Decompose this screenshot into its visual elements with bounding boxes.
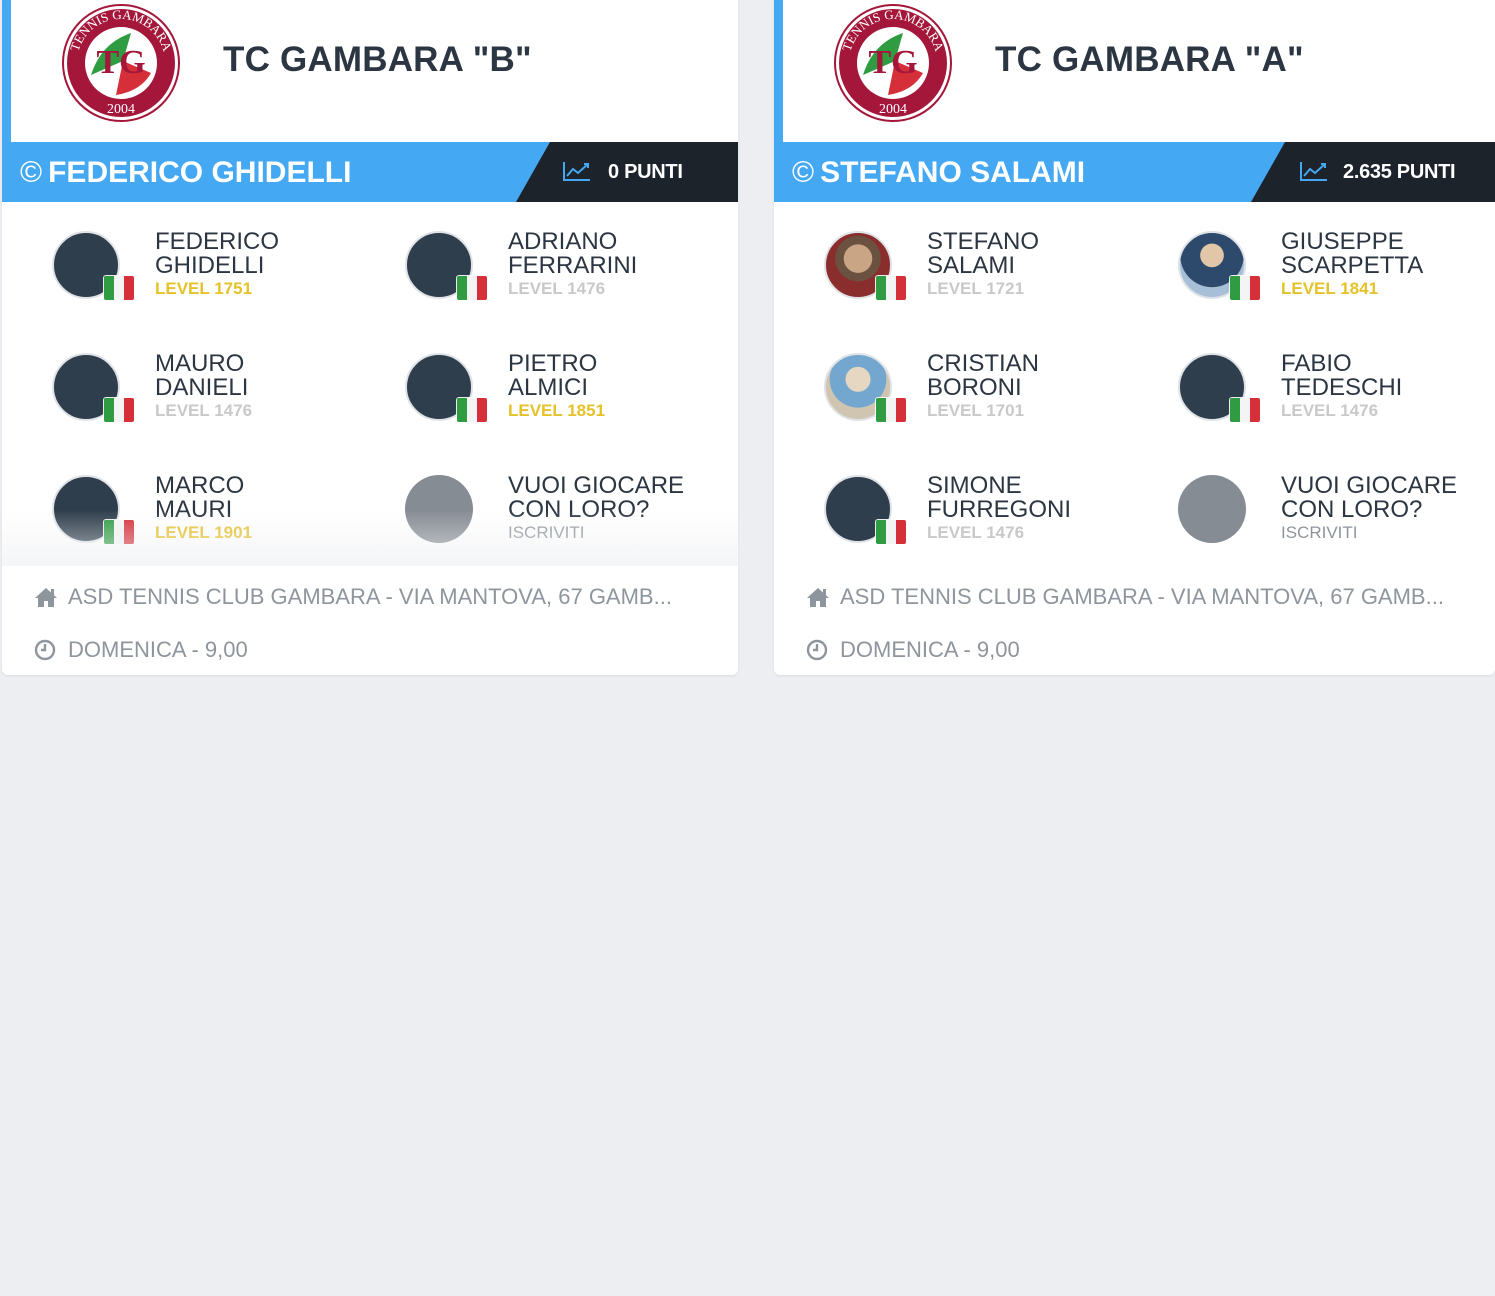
team-name[interactable]: TC GAMBARA "B": [223, 40, 532, 80]
player-item[interactable]: ADRIANO FERRARINI LEVEL 1476: [355, 204, 685, 314]
italy-flag-icon: [876, 398, 906, 422]
clock-icon: [34, 639, 56, 661]
player-name[interactable]: SIMONE FURREGONI: [927, 474, 1071, 522]
points-value: 0 PUNTI: [608, 161, 683, 183]
italy-flag-icon: [1230, 398, 1260, 422]
italy-flag-icon: [457, 276, 487, 300]
player-level: LEVEL 1721: [927, 279, 1025, 298]
captain-bar: © STEFANO SALAMI 2.635 PUNTI: [774, 142, 1495, 202]
team-header: TG 2004 TENNIS GAMBARA TC GAMBARA "A": [774, 0, 1495, 142]
player-item[interactable]: MARCO MAURI LEVEL 1901: [2, 448, 332, 558]
player-name[interactable]: STEFANO SALAMI: [927, 230, 1039, 278]
captain-name[interactable]: © FEDERICO GHIDELLI: [20, 156, 351, 190]
player-name[interactable]: FABIO TEDESCHI: [1281, 352, 1402, 400]
svg-text:2004: 2004: [107, 102, 135, 117]
player-grid: FEDERICO GHIDELLI LEVEL 1751 ADRIANO FER…: [2, 204, 738, 564]
italy-flag-icon: [876, 520, 906, 544]
join-slot[interactable]: VUOI GIOCARE CON LORO? ISCRIVITI: [1128, 448, 1458, 558]
player-item[interactable]: PIETRO ALMICI LEVEL 1851: [355, 326, 685, 436]
team-card-b[interactable]: TG 2004 TENNIS GAMBARA TC GAMBARA "B" © F…: [2, 0, 738, 675]
svg-text:TG: TG: [96, 44, 145, 81]
player-name[interactable]: PIETRO ALMICI: [508, 352, 597, 400]
captain-symbol: ©: [792, 156, 815, 189]
player-item[interactable]: FABIO TEDESCHI LEVEL 1476: [1128, 326, 1458, 436]
captain-name[interactable]: © STEFANO SALAMI: [792, 156, 1085, 190]
player-level: LEVEL 1476: [927, 523, 1025, 542]
italy-flag-icon: [104, 276, 134, 300]
italy-flag-icon: [457, 398, 487, 422]
player-item[interactable]: FEDERICO GHIDELLI LEVEL 1751: [2, 204, 332, 314]
player-level: LEVEL 1841: [1281, 279, 1379, 298]
team-card-a[interactable]: TG 2004 TENNIS GAMBARA TC GAMBARA "A" © S…: [774, 0, 1495, 675]
captain-symbol: ©: [20, 156, 43, 189]
player-level: LEVEL 1476: [508, 279, 606, 298]
team-header: TG 2004 TENNIS GAMBARA TC GAMBARA "B": [2, 0, 738, 142]
player-level: LEVEL 1751: [155, 279, 253, 298]
clock-icon: [806, 639, 828, 661]
player-item[interactable]: MAURO DANIELI LEVEL 1476: [2, 326, 332, 436]
italy-flag-icon: [104, 520, 134, 544]
italy-flag-icon: [1230, 276, 1260, 300]
chart-line-icon: [563, 162, 590, 181]
points-badge: 2.635 PUNTI: [1251, 142, 1495, 202]
chart-line-icon: [1300, 162, 1327, 181]
home-icon: [35, 588, 57, 607]
empty-avatar[interactable]: [1178, 475, 1246, 543]
player-item[interactable]: CRISTIAN BORONI LEVEL 1701: [774, 326, 1104, 436]
svg-text:TG: TG: [868, 44, 917, 81]
points-badge: 0 PUNTI: [516, 142, 738, 202]
club-logo: TG 2004 TENNIS GAMBARA: [62, 4, 180, 122]
club-logo: TG 2004 TENNIS GAMBARA: [834, 4, 952, 122]
join-prompt[interactable]: VUOI GIOCARE CON LORO?: [508, 474, 684, 522]
player-item[interactable]: GIUSEPPE SCARPETTA LEVEL 1841: [1128, 204, 1458, 314]
signup-link[interactable]: ISCRIVITI: [1281, 523, 1358, 543]
player-name[interactable]: GIUSEPPE SCARPETTA: [1281, 230, 1423, 278]
player-level: LEVEL 1476: [1281, 401, 1379, 420]
player-name[interactable]: FEDERICO GHIDELLI: [155, 230, 279, 278]
player-level: LEVEL 1701: [927, 401, 1025, 420]
join-slot[interactable]: VUOI GIOCARE CON LORO? ISCRIVITI: [355, 448, 685, 558]
join-prompt[interactable]: VUOI GIOCARE CON LORO?: [1281, 474, 1457, 522]
svg-text:2004: 2004: [879, 102, 907, 117]
team-name[interactable]: TC GAMBARA "A": [995, 40, 1304, 80]
player-item[interactable]: STEFANO SALAMI LEVEL 1721: [774, 204, 1104, 314]
player-name[interactable]: MARCO MAURI: [155, 474, 244, 522]
player-grid: STEFANO SALAMI LEVEL 1721 GIUSEPPE SCARP…: [774, 204, 1495, 564]
captain-bar: © FEDERICO GHIDELLI 0 PUNTI: [2, 142, 738, 202]
player-level: LEVEL 1476: [155, 401, 253, 420]
points-value: 2.635 PUNTI: [1343, 161, 1456, 183]
italy-flag-icon: [876, 276, 906, 300]
player-name[interactable]: MAURO DANIELI: [155, 352, 248, 400]
empty-avatar[interactable]: [405, 475, 473, 543]
player-item[interactable]: SIMONE FURREGONI LEVEL 1476: [774, 448, 1104, 558]
player-name[interactable]: CRISTIAN BORONI: [927, 352, 1039, 400]
player-name[interactable]: ADRIANO FERRARINI: [508, 230, 637, 278]
player-level: LEVEL 1901: [155, 523, 253, 542]
home-icon: [807, 588, 829, 607]
italy-flag-icon: [104, 398, 134, 422]
player-level: LEVEL 1851: [508, 401, 606, 420]
signup-link[interactable]: ISCRIVITI: [508, 523, 585, 543]
